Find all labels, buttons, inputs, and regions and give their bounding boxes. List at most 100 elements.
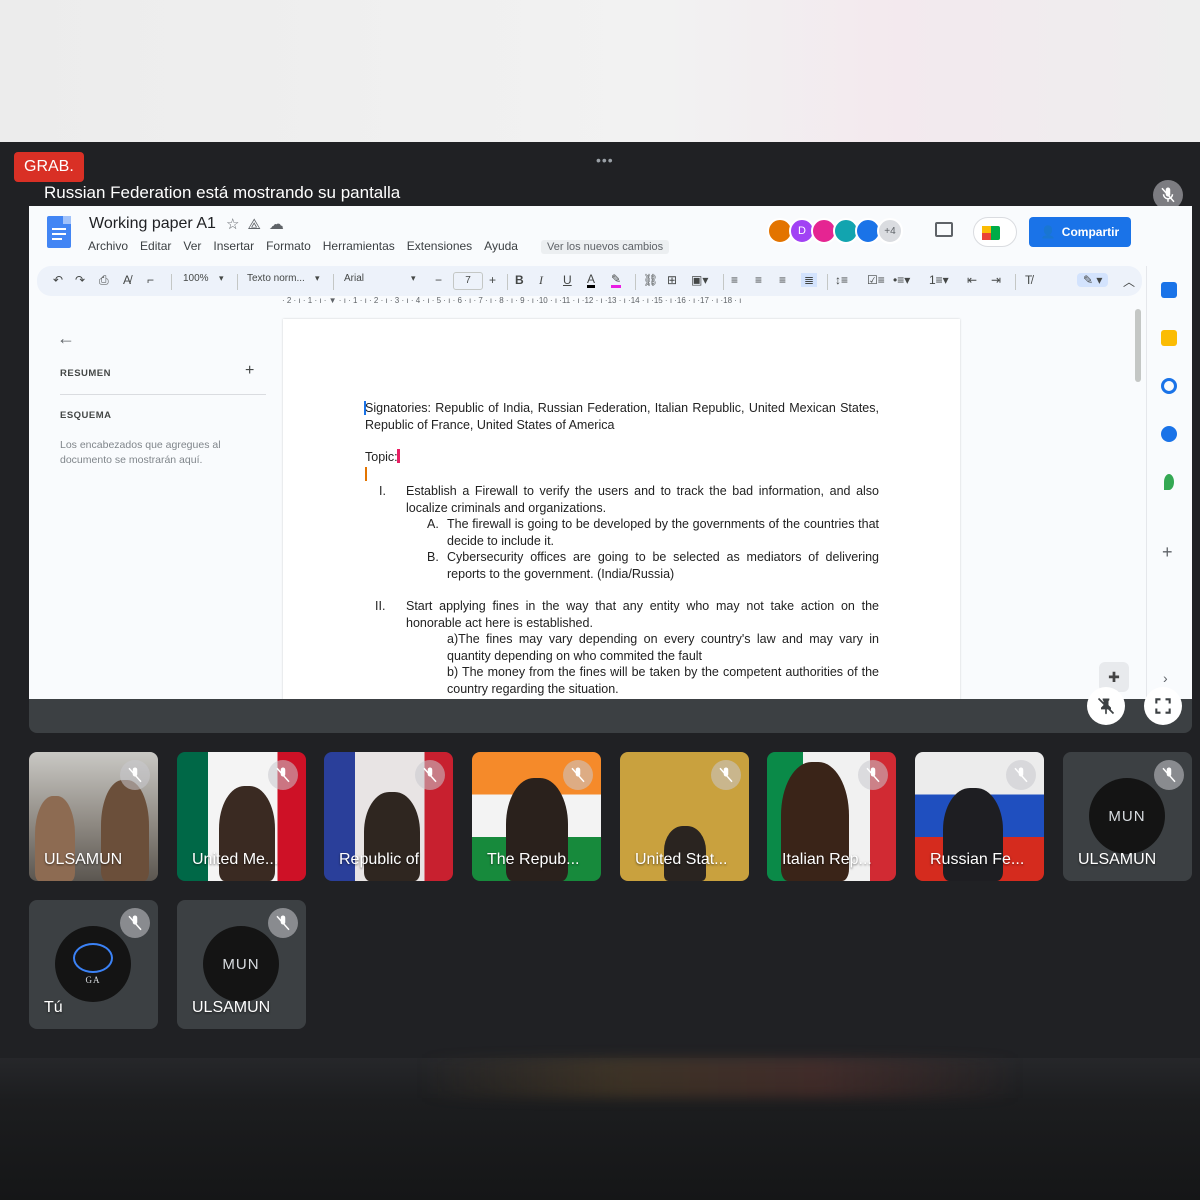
list-number: B. xyxy=(427,550,439,564)
menu-ayuda[interactable]: Ayuda xyxy=(484,239,518,253)
share-button[interactable]: 👤 Compartir xyxy=(1029,217,1131,247)
presentation-footer xyxy=(29,699,1192,733)
font-size-input[interactable]: 7 xyxy=(453,272,483,290)
menu-insertar[interactable]: Insertar xyxy=(213,239,254,253)
menu-extensiones[interactable]: Extensiones xyxy=(407,239,472,253)
comments-icon[interactable] xyxy=(935,222,953,237)
participant-name: United Stat... xyxy=(635,851,728,868)
person-icon: 👤 xyxy=(1040,225,1056,239)
highlight-color-icon[interactable]: ✎ xyxy=(611,273,622,288)
numbered-list-icon[interactable]: 1≡▾ xyxy=(929,273,949,287)
font-select[interactable]: Arial xyxy=(344,273,364,284)
participant-tile[interactable]: MUN ULSAMUN xyxy=(177,900,306,1029)
menu-editar[interactable]: Editar xyxy=(140,239,171,253)
document-page[interactable]: Signatories: Republic of India, Russian … xyxy=(283,319,960,699)
menu-formato[interactable]: Formato xyxy=(266,239,311,253)
mic-off-icon xyxy=(268,908,298,938)
link-icon[interactable]: ⛓ xyxy=(643,273,658,287)
collaborator-cursor xyxy=(365,467,367,481)
editing-mode-icon[interactable]: ✎ ▾ xyxy=(1077,273,1109,287)
presentation-banner: Russian Federation está mostrando su pan… xyxy=(44,183,401,202)
add-comment-icon[interactable]: ⊞ xyxy=(667,273,677,287)
spellcheck-icon[interactable]: A̸ xyxy=(123,273,131,287)
participant-tile[interactable]: Republic of xyxy=(324,752,453,881)
mun-logo: MUN xyxy=(1089,778,1165,854)
increase-font-size-icon[interactable]: + xyxy=(489,273,496,287)
decrease-indent-icon[interactable]: ⇤ xyxy=(967,273,977,287)
move-icon[interactable]: ⟁ xyxy=(247,216,268,233)
participant-tile[interactable]: Russian Fe... xyxy=(915,752,1044,881)
italic-icon[interactable]: I xyxy=(539,273,543,288)
star-icon[interactable]: ☆ xyxy=(226,216,247,233)
redo-icon[interactable]: ↷ xyxy=(75,273,85,287)
more-collaborators-badge[interactable]: +4 xyxy=(877,218,903,244)
keep-icon[interactable] xyxy=(1161,330,1177,346)
menu-herramientas[interactable]: Herramientas xyxy=(323,239,395,253)
underline-icon[interactable]: U xyxy=(563,273,572,287)
maps-icon[interactable] xyxy=(1164,474,1174,490)
menu-ver[interactable]: Ver xyxy=(183,239,201,253)
unpin-icon[interactable] xyxy=(1087,687,1125,725)
line-spacing-icon[interactable]: ↕≡ xyxy=(835,273,848,287)
participant-tile[interactable]: The Repub... xyxy=(472,752,601,881)
zoom-select[interactable]: 100% xyxy=(183,273,209,284)
outline-heading: ESQUEMA xyxy=(60,410,112,421)
participant-name: ULSAMUN xyxy=(192,999,271,1016)
justify-icon[interactable]: ≣ xyxy=(801,273,818,287)
insert-image-icon[interactable]: ▣▾ xyxy=(691,273,708,287)
bold-icon[interactable]: B xyxy=(515,273,524,287)
participant-name: The Repub... xyxy=(487,851,580,868)
contacts-icon[interactable] xyxy=(1161,426,1177,442)
bulleted-list-icon[interactable]: •≡▾ xyxy=(893,273,910,287)
arrow-left-icon[interactable]: ← xyxy=(57,328,75,349)
blurred-bottom-area xyxy=(0,1058,1200,1200)
more-options-icon[interactable]: ••• xyxy=(596,152,614,168)
text-color-icon[interactable]: A xyxy=(587,273,596,288)
increase-indent-icon[interactable]: ⇥ xyxy=(991,273,1001,287)
participant-tile[interactable]: United Stat... xyxy=(620,752,749,881)
logo-text: GA xyxy=(85,975,101,985)
meet-button[interactable] xyxy=(973,217,1017,247)
participant-tile[interactable]: MUN ULSAMUN xyxy=(1063,752,1192,881)
decrease-font-size-icon[interactable]: − xyxy=(435,273,442,287)
horizontal-ruler[interactable]: · 2 · ı · 1 · ı · ▼ · ı · 1 · ı · 2 · ı … xyxy=(282,296,960,308)
mic-off-icon xyxy=(858,760,888,790)
chevron-down-icon: ▾ xyxy=(219,273,224,283)
mun-logo: MUN xyxy=(203,926,279,1002)
participant-name: Republic of xyxy=(339,851,420,868)
chevron-down-icon: ▾ xyxy=(315,273,320,283)
align-left-icon[interactable]: ≡ xyxy=(731,273,738,287)
docs-header: Working paper A1 ☆⟁☁ Archivo Editar Ver … xyxy=(29,206,1192,266)
calendar-icon[interactable] xyxy=(1161,282,1177,298)
cloud-status-icon[interactable]: ☁ xyxy=(269,216,292,233)
paint-format-icon[interactable]: ⌐ xyxy=(147,273,154,287)
mic-off-icon xyxy=(120,908,150,938)
collapse-menus-icon[interactable]: ︿ xyxy=(1123,273,1135,290)
clear-formatting-icon[interactable]: T̸ xyxy=(1025,273,1032,287)
undo-icon[interactable]: ↶ xyxy=(53,273,63,287)
document-outline-panel: ← RESUMEN + ESQUEMA Los encabezados que … xyxy=(39,318,269,698)
mic-off-icon xyxy=(711,760,741,790)
list-item: The firewall is going to be developed by… xyxy=(447,517,879,548)
document-title[interactable]: Working paper A1 xyxy=(89,215,216,233)
get-addons-icon[interactable]: + xyxy=(1162,542,1173,563)
tasks-icon[interactable] xyxy=(1161,378,1177,394)
participant-tile[interactable]: ULSAMUN xyxy=(29,752,158,881)
add-summary-icon[interactable]: + xyxy=(245,362,254,380)
docs-logo-icon[interactable] xyxy=(47,216,71,248)
align-center-icon[interactable]: ≡ xyxy=(755,273,762,287)
chevron-right-icon[interactable]: › xyxy=(1163,670,1168,686)
mic-off-icon xyxy=(268,760,298,790)
checklist-icon[interactable]: ☑≡ xyxy=(867,273,885,287)
see-new-changes-link[interactable]: Ver los nuevos cambios xyxy=(541,240,670,254)
fullscreen-icon[interactable] xyxy=(1144,687,1182,725)
scrollbar[interactable] xyxy=(1135,309,1141,382)
formatting-toolbar: ↶ ↷ ⎙ A̸ ⌐ 100% ▾ Texto norm... ▾ Arial … xyxy=(37,266,1142,296)
participant-tile-self[interactable]: GA Tú xyxy=(29,900,158,1029)
align-right-icon[interactable]: ≡ xyxy=(779,273,786,287)
menu-archivo[interactable]: Archivo xyxy=(88,239,128,253)
paragraph-style-select[interactable]: Texto norm... xyxy=(247,273,305,284)
participant-tile[interactable]: United Me... xyxy=(177,752,306,881)
participant-tile[interactable]: Italian Rep... xyxy=(767,752,896,881)
print-icon[interactable]: ⎙ xyxy=(99,273,109,288)
